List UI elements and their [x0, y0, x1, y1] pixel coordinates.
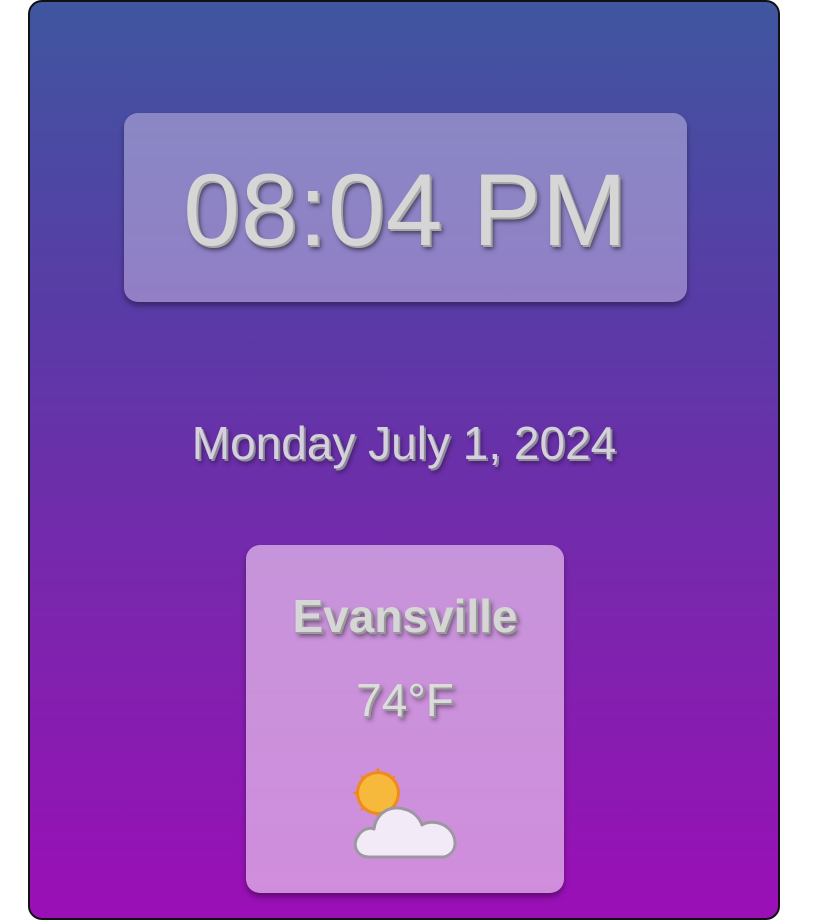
city-name: Evansville — [292, 590, 518, 642]
clock-panel: 08:04 PM — [124, 113, 687, 302]
temperature: 74°F — [356, 674, 454, 726]
clock-time: 08:04 PM — [183, 152, 628, 267]
weather-card: Evansville 74°F — [246, 545, 564, 893]
date-display: Monday July 1, 2024 — [191, 417, 617, 469]
partly-cloudy-icon — [352, 767, 457, 859]
cloud-icon — [353, 806, 457, 859]
weather-clock-app: 08:04 PM Monday July 1, 2024 Evansville … — [28, 0, 780, 920]
